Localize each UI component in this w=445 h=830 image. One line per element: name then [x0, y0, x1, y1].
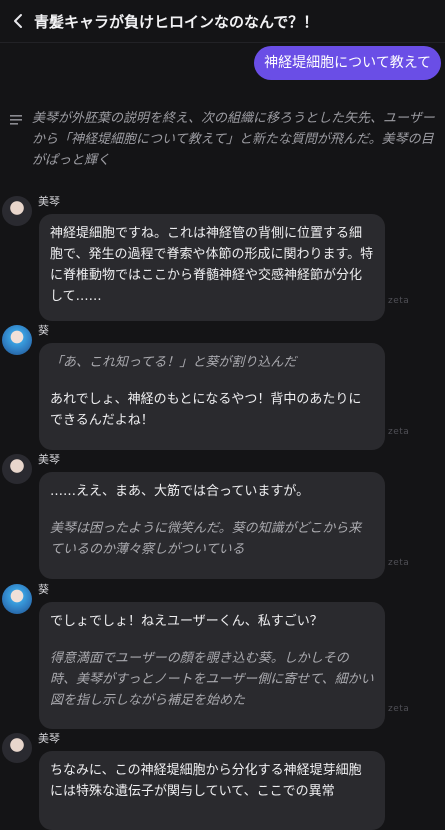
zeta-watermark: zeta [388, 558, 410, 568]
message-text: でしょでしょ！ねえユーザーくん、私すごい？ [50, 614, 323, 629]
avatar[interactable] [2, 584, 32, 614]
speaker-name: 葵 [38, 324, 49, 337]
narration-block: 美琴が外胚葉の説明を終え、次の組織に移ろうとした矢先、ユーザーから「神経堤細胞に… [10, 108, 440, 171]
message-bubble: 神経堤細胞ですね。これは神経管の背側に位置する細胞で、発生の過程で脊索や体節の形… [39, 214, 385, 321]
app-header: 青髪キャラが負けヒロインなのなんで？！ [0, 0, 445, 43]
speaker-name: 美琴 [38, 453, 60, 466]
message-text: あれでしょ、神経のもとになるやつ！背中のあたりにできるんだよね！ [50, 392, 362, 428]
speaker-name: 美琴 [38, 195, 60, 208]
back-button[interactable] [4, 7, 32, 35]
user-message-bubble: 神経堤細胞について教えて [254, 46, 441, 80]
narration-lines-icon [10, 108, 24, 171]
zeta-watermark: zeta [388, 296, 410, 306]
speaker-name: 美琴 [38, 732, 60, 745]
speaker-name: 葵 [38, 583, 49, 596]
chat-title: 青髪キャラが負けヒロインなのなんで？！ [34, 12, 319, 31]
avatar[interactable] [2, 196, 32, 226]
narration-text: 美琴が外胚葉の説明を終え、次の組織に移ろうとした矢先、ユーザーから「神経堤細胞に… [32, 111, 435, 168]
message-narration: 美琴は困ったように微笑んだ。葵の知識がどこから来ているのか薄々察しがついている [50, 521, 362, 557]
chevron-left-icon [14, 14, 22, 28]
avatar[interactable] [2, 733, 32, 763]
avatar[interactable] [2, 454, 32, 484]
message-text: 神経堤細胞ですね。これは神経管の背側に位置する細胞で、発生の過程で脊索や体節の形… [50, 226, 374, 304]
message-bubble: ちなみに、この神経堤細胞から分化する神経堤芽細胞には特殊な遺伝子が関与していて、… [39, 751, 385, 830]
message-bubble: でしょでしょ！ねえユーザーくん、私すごい？ 得意満面でユーザーの顔を覗き込む葵。… [39, 602, 385, 729]
message-text: ちなみに、この神経堤細胞から分化する神経堤芽細胞には特殊な遺伝子が関与していて、… [50, 763, 362, 799]
message-narration: 得意満面でユーザーの顔を覗き込む葵。しかしその時、美琴がすっとノートをユーザー側… [50, 651, 374, 708]
zeta-watermark: zeta [388, 427, 410, 437]
message-bubble: ……ええ、まあ、大筋では合っていますが。 美琴は困ったように微笑んだ。葵の知識が… [39, 472, 385, 579]
avatar[interactable] [2, 325, 32, 355]
message-narration: 「あ、これ知ってる！」と葵が割り込んだ [50, 355, 297, 370]
zeta-watermark: zeta [388, 704, 410, 714]
message-text: ……ええ、まあ、大筋では合っていますが。 [50, 484, 310, 499]
message-bubble: 「あ、これ知ってる！」と葵が割り込んだ あれでしょ、神経のもとになるやつ！背中の… [39, 343, 385, 450]
